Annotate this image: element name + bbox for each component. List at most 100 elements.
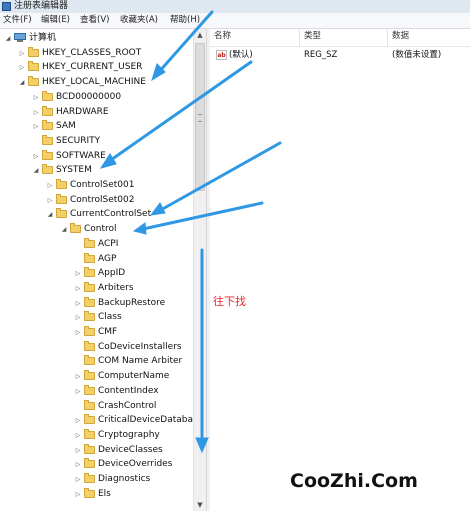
column-header-type[interactable]: 类型: [300, 29, 388, 46]
collapsed-arrow-icon[interactable]: ▷: [74, 443, 82, 458]
tree-item-label: SECURITY: [56, 135, 101, 146]
tree-item-label: CMF: [98, 327, 118, 337]
tree-item-label: HKEY_CLASSES_ROOT: [42, 47, 142, 58]
tree-item-label: AppID: [98, 268, 126, 279]
folder-icon: [84, 414, 95, 425]
scroll-thumb[interactable]: [195, 43, 205, 191]
expanded-arrow-icon[interactable]: ◢: [32, 163, 40, 178]
tree-item-label: CrashControl: [98, 400, 157, 411]
collapsed-arrow-icon[interactable]: ▷: [32, 90, 40, 105]
folder-icon: [84, 487, 95, 498]
tree-item-label: HARDWARE: [56, 106, 109, 117]
expanded-arrow-icon[interactable]: ◢: [60, 222, 68, 237]
tree-item-label: Class: [98, 312, 122, 323]
tree-item-label: BCD00000000: [56, 91, 122, 102]
expanded-arrow-icon[interactable]: ◢: [4, 31, 12, 46]
window-title: 注册表编辑器: [14, 1, 69, 11]
tree-item-label: 计算机: [29, 33, 57, 43]
collapsed-arrow-icon[interactable]: ▷: [74, 310, 82, 325]
menu-help[interactable]: 帮助(H): [170, 13, 200, 28]
folder-icon: [42, 105, 53, 116]
folder-icon: [84, 326, 95, 336]
collapsed-arrow-icon[interactable]: ▷: [74, 428, 82, 443]
folder-icon: [28, 76, 39, 87]
scroll-down-arrow-icon[interactable]: ▼: [194, 499, 206, 511]
menu-edit[interactable]: 编辑(E): [41, 13, 70, 28]
collapsed-arrow-icon[interactable]: ▷: [32, 105, 40, 120]
menu-favorites[interactable]: 收藏夹(A): [120, 13, 158, 28]
menu-view[interactable]: 查看(V): [80, 13, 109, 28]
folder-icon: [28, 46, 39, 57]
collapsed-arrow-icon[interactable]: ▷: [18, 46, 26, 61]
expanded-arrow-icon[interactable]: ◢: [46, 207, 54, 222]
tree-item-label: ControlSet002: [70, 194, 135, 205]
tree-item-label: Control: [84, 224, 117, 235]
tree-item-label: ComputerName: [98, 371, 170, 382]
tree-item-label: CoDeviceInstallers: [98, 341, 182, 352]
value-row[interactable]: ab (默认) REG_SZ (数值未设置): [210, 47, 470, 63]
folder-icon: [42, 134, 53, 145]
column-header-name[interactable]: 名称: [210, 29, 300, 46]
tree-item-label: SOFTWARE: [56, 150, 106, 161]
collapsed-arrow-icon[interactable]: ▷: [74, 472, 82, 487]
tree-scrollbar[interactable]: ▲ ▼: [193, 29, 206, 511]
registry-tree[interactable]: ◢ 计算机 ▷ HKEY_CLASSES_ROOT ▷ HKEY_CURRENT_USER…: [0, 29, 206, 511]
scroll-grip-icon: [198, 114, 202, 122]
folder-icon: [28, 61, 39, 72]
folder-icon: [84, 355, 95, 366]
scroll-up-arrow-icon[interactable]: ▲: [194, 29, 206, 41]
tree-item-label: Cryptography: [98, 429, 160, 440]
menu-file[interactable]: 文件(F): [3, 13, 32, 28]
collapsed-arrow-icon[interactable]: ▷: [32, 149, 40, 164]
tree-item-label: CurrentControlSet: [70, 209, 152, 220]
collapsed-arrow-icon[interactable]: ▷: [74, 384, 82, 399]
folder-icon: [84, 458, 95, 469]
folder-icon: [84, 370, 95, 381]
expanded-arrow-icon[interactable]: ◢: [18, 75, 26, 90]
folder-icon: [70, 223, 81, 234]
folder-icon: [84, 237, 95, 248]
folder-icon: [84, 267, 95, 278]
folder-icon: [84, 311, 95, 322]
folder-icon: [56, 208, 67, 219]
string-value-icon: ab: [216, 50, 227, 60]
tree-item-label: Arbiters: [98, 282, 134, 293]
column-header-data[interactable]: 数据: [388, 29, 470, 46]
collapsed-arrow-icon[interactable]: ▷: [74, 487, 82, 502]
folder-icon: [56, 193, 67, 204]
tree-item-label: HKEY_CURRENT_USER: [42, 62, 143, 73]
tree-item-label: BackupRestore: [98, 297, 166, 308]
folder-icon: [84, 252, 95, 263]
value-data: (数值未设置): [392, 50, 442, 60]
collapsed-arrow-icon[interactable]: ▷: [74, 281, 82, 296]
scroll-down-annotation: 往下找: [213, 295, 246, 308]
collapsed-arrow-icon[interactable]: ▷: [74, 457, 82, 472]
folder-icon: [84, 473, 95, 483]
collapsed-arrow-icon[interactable]: ▷: [46, 193, 54, 208]
tree-item-label: DeviceOverrides: [98, 459, 173, 470]
tree-item-label: HKEY_LOCAL_MACHINE: [42, 77, 146, 88]
collapsed-arrow-icon[interactable]: ▷: [74, 413, 82, 428]
folder-icon: [84, 340, 95, 351]
tree-item-label: ACPI: [98, 238, 119, 249]
watermark: CooZhi.Com: [290, 470, 418, 492]
collapsed-arrow-icon[interactable]: ▷: [74, 369, 82, 384]
collapsed-arrow-icon[interactable]: ▷: [46, 178, 54, 193]
folder-icon: [84, 428, 95, 439]
tree-item-label: ControlSet001: [70, 180, 135, 190]
regedit-app-icon: [2, 2, 11, 11]
tree-item-label: Diagnostics: [98, 474, 151, 484]
tree-item-label: DeviceClasses: [98, 444, 163, 455]
folder-icon: [42, 120, 53, 131]
title-bar: 注册表编辑器: [0, 0, 470, 13]
value-name: (默认): [229, 50, 253, 60]
collapsed-arrow-icon[interactable]: ▷: [74, 266, 82, 281]
collapsed-arrow-icon[interactable]: ▷: [18, 60, 26, 75]
tree-item-label: ContentIndex: [98, 385, 159, 396]
collapsed-arrow-icon[interactable]: ▷: [74, 296, 82, 311]
collapsed-arrow-icon[interactable]: ▷: [74, 325, 82, 340]
values-pane[interactable]: 名称 类型 数据 ab (默认) REG_SZ (数值未设置): [210, 29, 470, 511]
folder-icon: [42, 149, 53, 160]
collapsed-arrow-icon[interactable]: ▷: [32, 119, 40, 134]
computer-icon: [14, 33, 26, 43]
